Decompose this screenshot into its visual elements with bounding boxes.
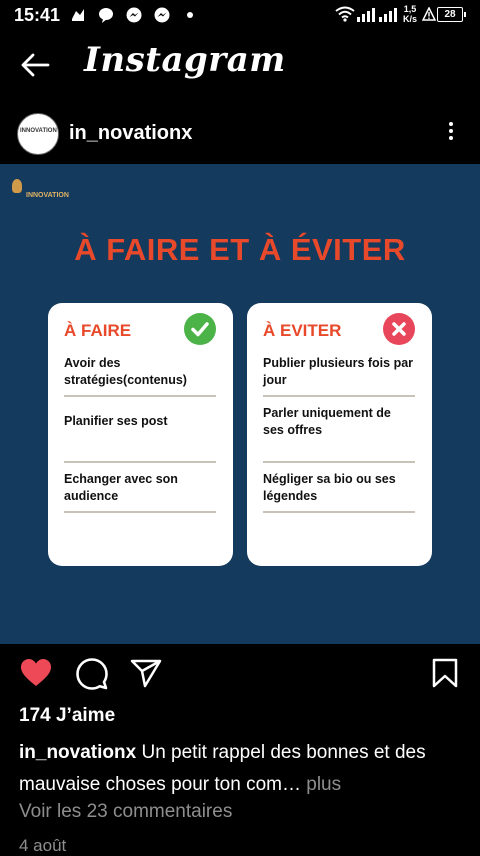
post-date: 4 août	[19, 836, 67, 855]
avatar-logo-text: INNOVATION	[20, 128, 57, 134]
post-header: INNOVATION in_novationx	[0, 105, 480, 161]
notification-app-icon	[72, 9, 84, 21]
dont-card: À EVITER Publier plusieurs fois par jour…	[247, 303, 432, 566]
dont-item: Négliger sa bio ou ses légendes	[263, 472, 396, 503]
lightbulb-icon	[12, 179, 22, 193]
post-caption: in_novationx Un petit rappel des bonnes …	[19, 737, 469, 801]
image-title: À FAIRE ET À ÉVITER	[74, 232, 406, 267]
more-options-icon[interactable]	[443, 119, 459, 149]
avatar[interactable]: INNOVATION	[17, 113, 59, 155]
warning-icon	[422, 7, 436, 21]
network-speed-unit: K/s	[402, 14, 417, 24]
battery-indicator: 28	[437, 7, 466, 22]
messenger-icon	[154, 7, 170, 23]
divider	[64, 461, 216, 463]
divider	[263, 461, 415, 463]
share-icon[interactable]	[130, 658, 162, 688]
do-item: Echanger avec son audience	[64, 472, 178, 503]
dont-item: Parler uniquement de ses offres	[263, 406, 391, 437]
network-speed-value: 1,5	[403, 4, 417, 14]
caption-more-link[interactable]: plus	[301, 774, 341, 795]
do-card: À FAIRE Avoir des stratégies(contenus) P…	[48, 303, 233, 566]
status-time: 15:41	[14, 5, 61, 25]
do-item: Avoir des stratégies(contenus)	[64, 356, 187, 387]
more-notifications-dot	[187, 12, 193, 18]
divider	[263, 395, 415, 397]
view-comments-link[interactable]: Voir les 23 commentaires	[19, 801, 232, 823]
dont-item: Publier plusieurs fois par jour	[263, 356, 414, 387]
wifi-icon	[335, 6, 355, 22]
chat-bubble-icon	[99, 8, 113, 23]
network-speed: 1,5 K/s	[401, 4, 419, 24]
cross-icon	[383, 313, 415, 345]
app-header: Instagram	[0, 30, 480, 100]
back-arrow-icon[interactable]	[20, 52, 50, 78]
image-logo-text: INNOVATION	[26, 192, 69, 199]
app-brand-logo: Instagram	[84, 40, 286, 80]
divider	[64, 395, 216, 397]
signal-icon	[357, 8, 375, 22]
bookmark-icon[interactable]	[432, 658, 458, 688]
likes-count[interactable]: 174 J’aime	[19, 705, 115, 727]
do-item: Planifier ses post	[64, 414, 168, 428]
divider	[263, 511, 415, 513]
messenger-icon	[126, 7, 142, 23]
image-brand-logo: INNOVATION	[6, 177, 69, 207]
divider	[64, 511, 216, 513]
status-bar: 15:41 1,5 K/s 28	[0, 0, 480, 30]
checkmark-icon	[184, 313, 216, 345]
post-username[interactable]: in_novationx	[69, 122, 192, 145]
caption-username[interactable]: in_novationx	[19, 742, 136, 763]
dont-card-title: À EVITER	[263, 321, 342, 340]
comment-icon[interactable]	[76, 658, 108, 690]
signal-icon	[379, 8, 397, 22]
do-card-title: À FAIRE	[64, 321, 132, 340]
post-actions	[0, 650, 480, 700]
heart-icon[interactable]	[20, 658, 52, 688]
